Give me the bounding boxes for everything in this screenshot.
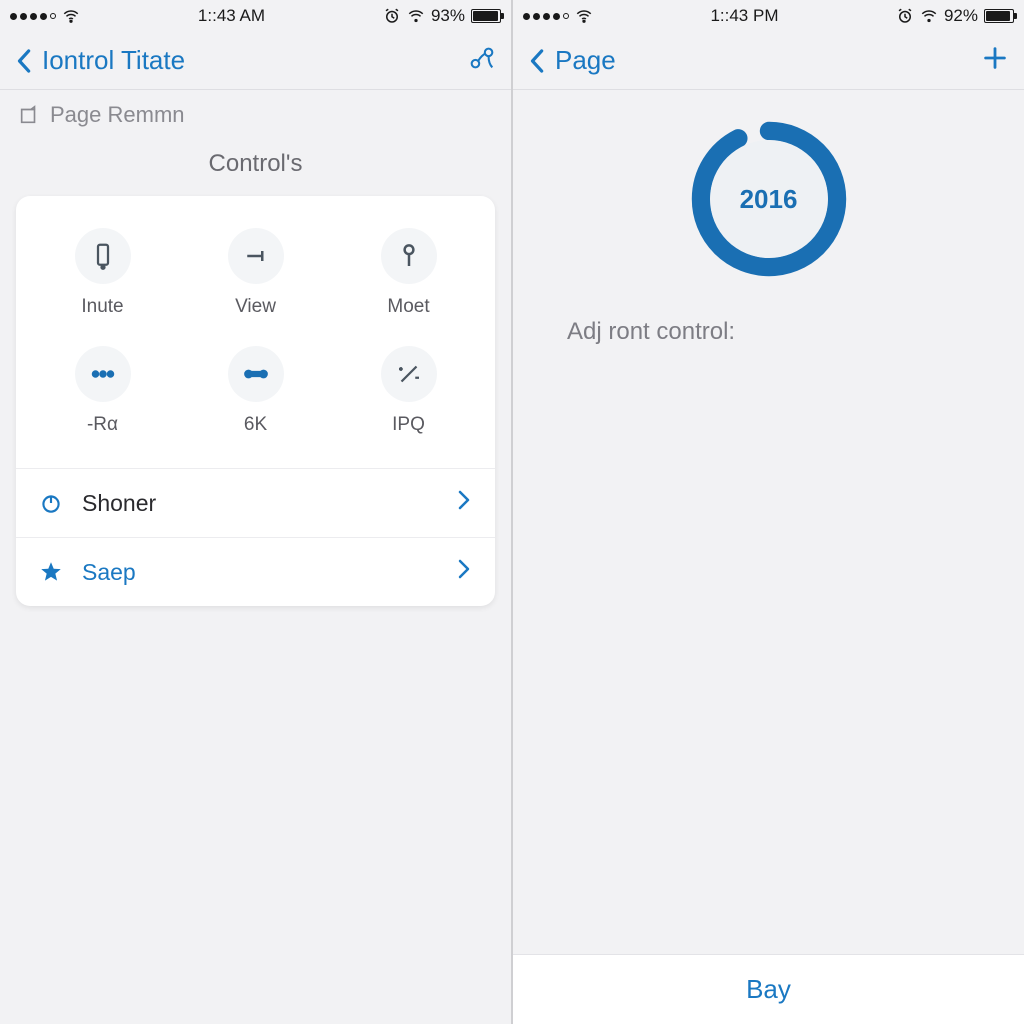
chevron-left-icon xyxy=(14,46,36,76)
list-row-saep[interactable]: Saep xyxy=(16,537,495,606)
battery-pct: 92% xyxy=(944,6,978,26)
nav-bar: Page xyxy=(513,32,1024,90)
bottom-button[interactable]: Bay xyxy=(513,954,1024,1024)
row-label: Shoner xyxy=(82,490,156,517)
nav-action-button[interactable] xyxy=(467,43,497,78)
sub-header-row[interactable]: Page Remmn xyxy=(0,90,511,134)
note-icon xyxy=(18,104,40,126)
wifi-icon xyxy=(62,7,80,25)
controls-grid: Inute View Moet -Rα 6K IPQ xyxy=(16,196,495,468)
arrow-right-icon xyxy=(228,228,284,284)
chevron-right-icon xyxy=(455,558,473,586)
bottom-button-label: Bay xyxy=(746,974,791,1005)
back-button[interactable]: Page xyxy=(527,45,616,76)
power-icon xyxy=(38,490,64,516)
add-button[interactable] xyxy=(980,43,1010,78)
chevron-left-icon xyxy=(527,46,549,76)
grid-label: IPQ xyxy=(392,414,425,436)
battery-icon xyxy=(984,9,1014,23)
right-screen: 1::43 PM 92% Page 2016 Adj ront control:… xyxy=(511,0,1024,1024)
grid-label: View xyxy=(235,296,276,318)
alarm-icon xyxy=(896,7,914,25)
grid-item-inute[interactable]: Inute xyxy=(26,218,179,336)
grid-label: -Rα xyxy=(87,414,118,436)
pin-icon xyxy=(381,228,437,284)
more-icon xyxy=(75,346,131,402)
grid-item-6k[interactable]: 6K xyxy=(179,336,332,454)
status-time: 1::43 PM xyxy=(710,6,778,26)
wifi-icon xyxy=(407,7,425,25)
signal-dots-icon xyxy=(10,13,56,20)
phone-icon xyxy=(75,228,131,284)
slider-icon xyxy=(228,346,284,402)
ring-value: 2016 xyxy=(710,140,828,258)
grid-item-ra[interactable]: -Rα xyxy=(26,336,179,454)
nav-title: Iontrol Titate xyxy=(42,45,185,76)
wifi-icon xyxy=(575,7,593,25)
status-time: 1::43 AM xyxy=(198,6,265,26)
signal-dots-icon xyxy=(523,13,569,20)
grid-label: Inute xyxy=(81,296,123,318)
grid-item-view[interactable]: View xyxy=(179,218,332,336)
progress-ring[interactable]: 2016 xyxy=(684,114,854,284)
plus-icon xyxy=(980,43,1010,73)
row-label: Saep xyxy=(82,559,136,586)
nav-bar: Iontrol Titate xyxy=(0,32,511,90)
share-icon xyxy=(467,43,497,73)
star-icon xyxy=(38,559,64,585)
back-button[interactable]: Iontrol Titate xyxy=(14,45,185,76)
wand-icon xyxy=(381,346,437,402)
chevron-right-icon xyxy=(455,489,473,517)
status-bar: 1::43 PM 92% xyxy=(513,0,1024,32)
section-title: Control's xyxy=(0,134,511,196)
nav-title: Page xyxy=(555,45,616,76)
grid-item-moet[interactable]: Moet xyxy=(332,218,485,336)
list-row-shoner[interactable]: Shoner xyxy=(16,468,495,537)
grid-item-ipq[interactable]: IPQ xyxy=(332,336,485,454)
left-screen: 1::43 AM 93% Iontrol Titate Page Remmn C… xyxy=(0,0,511,1024)
wifi-icon xyxy=(920,7,938,25)
body-label: Adj ront control: xyxy=(513,318,735,346)
main-content: 2016 Adj ront control: xyxy=(513,90,1024,1024)
battery-icon xyxy=(471,9,501,23)
grid-label: Moet xyxy=(387,296,429,318)
controls-card: Inute View Moet -Rα 6K IPQ xyxy=(16,196,495,606)
status-bar: 1::43 AM 93% xyxy=(0,0,511,32)
sub-header-label: Page Remmn xyxy=(50,102,185,128)
grid-label: 6K xyxy=(244,414,267,436)
battery-pct: 93% xyxy=(431,6,465,26)
alarm-icon xyxy=(383,7,401,25)
